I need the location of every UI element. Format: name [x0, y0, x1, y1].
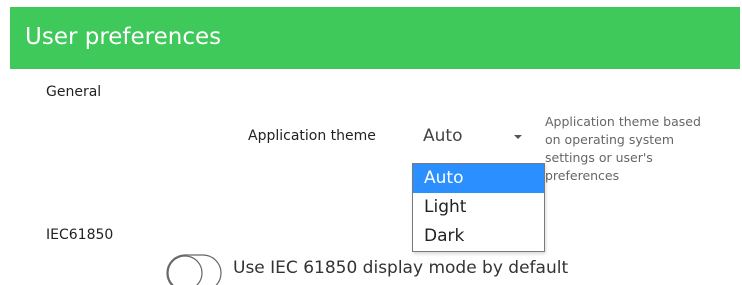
theme-option-auto[interactable]: Auto	[413, 164, 544, 193]
iec61850-display-mode-label: Use IEC 61850 display mode by default	[233, 258, 569, 278]
theme-option-light[interactable]: Light	[413, 193, 544, 222]
section-title-general: General	[46, 84, 102, 100]
application-theme-dropdown-list: Auto Light Dark	[412, 163, 545, 252]
header-bar: User preferences	[10, 7, 740, 69]
help-text-line: Application theme based	[545, 114, 701, 129]
help-text-line: on operating system	[545, 132, 675, 147]
help-text-line: settings or user's	[545, 150, 653, 165]
section-title-iec61850: IEC61850	[46, 227, 114, 243]
user-preferences-page: User preferences General Application the…	[0, 0, 742, 285]
theme-option-dark[interactable]: Dark	[413, 222, 544, 251]
application-theme-selected-value: Auto	[423, 126, 463, 146]
page-title: User preferences	[25, 24, 222, 50]
application-theme-help-text: Application theme based on operating sys…	[545, 113, 725, 185]
application-theme-select[interactable]: Auto	[415, 120, 531, 154]
caret-down-icon	[514, 135, 522, 139]
iec61850-display-mode-toggle[interactable]	[166, 254, 222, 285]
application-theme-label: Application theme	[248, 128, 376, 144]
help-text-line: preferences	[545, 168, 620, 183]
